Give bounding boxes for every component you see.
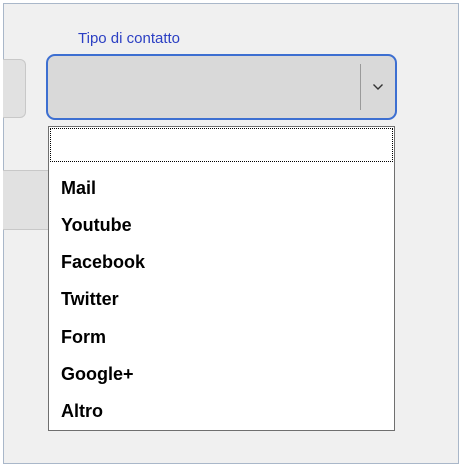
option-empty[interactable] xyxy=(50,128,393,162)
option-youtube[interactable]: Youtube xyxy=(61,214,132,236)
option-twitter[interactable]: Twitter xyxy=(61,288,119,310)
contact-type-label: Tipo di contatto xyxy=(78,30,181,47)
option-altro[interactable]: Altro xyxy=(61,400,103,422)
option-mail[interactable]: Mail xyxy=(61,177,96,199)
contact-type-combobox[interactable] xyxy=(46,54,397,120)
adjacent-field-stub xyxy=(3,59,26,118)
contact-type-options-list: Mail Youtube Facebook Twitter Form Googl… xyxy=(48,126,395,431)
dropdown-toggle-button[interactable] xyxy=(364,64,392,110)
combo-separator xyxy=(360,64,361,110)
option-facebook[interactable]: Facebook xyxy=(61,251,145,273)
option-google-plus[interactable]: Google+ xyxy=(61,363,134,385)
adjacent-panel-stub xyxy=(3,170,50,230)
chevron-down-icon xyxy=(372,78,384,96)
option-form[interactable]: Form xyxy=(61,326,106,348)
